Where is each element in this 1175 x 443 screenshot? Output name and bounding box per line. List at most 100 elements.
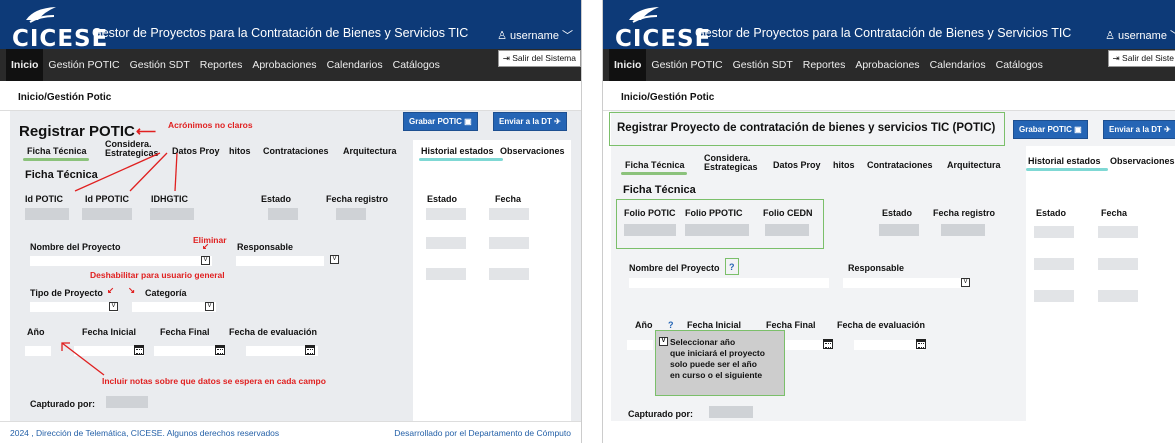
tipo-input[interactable] bbox=[30, 302, 118, 312]
tooltip-line-2: que iniciará el proyecto bbox=[670, 348, 765, 358]
nombre-dropdown[interactable]: V bbox=[201, 256, 210, 265]
label-categoria: Categoría bbox=[145, 288, 187, 298]
nombre-input[interactable] bbox=[629, 278, 829, 288]
main-nav: Inicio Gestión POTIC Gestión SDT Reporte… bbox=[603, 49, 1175, 81]
anio-input[interactable] bbox=[25, 346, 51, 356]
chevron-down-icon: ﹀ bbox=[1170, 30, 1175, 42]
tab-datos-proy[interactable]: Datos Proy bbox=[773, 160, 821, 170]
breadcrumb-bar: Inicio/Gestión Potic bbox=[0, 81, 581, 111]
tab-arquitectura[interactable]: Arquitectura bbox=[947, 160, 1001, 170]
help-icon[interactable]: ? bbox=[729, 262, 735, 272]
annotation-arrow: ↘ bbox=[128, 285, 136, 295]
history-cell bbox=[489, 208, 529, 220]
nav-reportes[interactable]: Reportes bbox=[798, 49, 851, 81]
folio-cedn-value bbox=[765, 224, 809, 236]
logout-label: Salir del Sistema bbox=[512, 53, 576, 63]
tab-hitos[interactable]: hitos bbox=[229, 146, 251, 156]
anio-input[interactable] bbox=[627, 340, 653, 350]
tooltip-line-3: solo puede ser el año bbox=[670, 359, 757, 369]
app-header: CICESE Gestor de Proyectos para la Contr… bbox=[603, 0, 1175, 52]
id-ppotic-value bbox=[82, 208, 132, 220]
nav-inicio[interactable]: Inicio bbox=[6, 49, 44, 81]
tab-historial[interactable]: Historial estados bbox=[1028, 156, 1101, 166]
tab-ficha-tecnica[interactable]: Ficha Técnica bbox=[625, 160, 685, 170]
label-folio-ppotic: Folio PPOTIC bbox=[685, 208, 743, 218]
right-mockup: CICESE Gestor de Proyectos para la Contr… bbox=[602, 0, 1175, 443]
annotation-acronimos: Acrónimos no claros bbox=[168, 120, 253, 130]
nav-calendarios[interactable]: Calendarios bbox=[925, 49, 991, 81]
nav-reportes[interactable]: Reportes bbox=[195, 49, 248, 81]
fecha-final-input[interactable] bbox=[154, 346, 224, 356]
calendar-icon[interactable] bbox=[215, 345, 225, 355]
label-folio-cedn: Folio CEDN bbox=[763, 208, 813, 218]
send-button[interactable]: Enviar a la DT ✈ bbox=[1103, 120, 1175, 139]
fecha-final-input[interactable] bbox=[779, 340, 827, 350]
label-capturado: Capturado por: bbox=[628, 409, 693, 419]
categoria-dropdown[interactable]: V bbox=[205, 302, 214, 311]
tab-contrataciones[interactable]: Contrataciones bbox=[867, 160, 933, 170]
cicese-logo: CICESE bbox=[613, 6, 710, 52]
tab-hitos[interactable]: hitos bbox=[833, 160, 855, 170]
help-icon[interactable]: ? bbox=[668, 320, 674, 330]
label-fecha-eval: Fecha de evaluación bbox=[229, 327, 318, 337]
tab-contrataciones[interactable]: Contrataciones bbox=[263, 146, 329, 156]
responsable-input[interactable] bbox=[843, 278, 961, 288]
fecha-registro-value bbox=[336, 208, 366, 220]
label-folio-potic: Folio POTIC bbox=[624, 208, 676, 218]
tab-observaciones[interactable]: Observaciones bbox=[1110, 156, 1175, 166]
responsable-input[interactable] bbox=[236, 256, 324, 266]
logout-label: Salir del Siste bbox=[1122, 53, 1174, 63]
tab-arquitectura[interactable]: Arquitectura bbox=[343, 146, 397, 156]
nav-calendarios[interactable]: Calendarios bbox=[322, 49, 388, 81]
nav-inicio[interactable]: Inicio bbox=[609, 49, 647, 81]
tipo-dropdown[interactable]: V bbox=[109, 302, 118, 311]
label-fecha-registro: Fecha registro bbox=[933, 208, 996, 218]
save-label: Grabar POTIC bbox=[409, 117, 462, 126]
save-button[interactable]: Grabar POTIC ▣ bbox=[1013, 120, 1088, 139]
history-cell bbox=[1034, 258, 1074, 270]
anio-tooltip: V Seleccionar año que iniciará el proyec… bbox=[655, 330, 785, 396]
nav-gestion-potic[interactable]: Gestión POTIC bbox=[646, 49, 727, 81]
app-header: CICESE Gestor de Proyectos para la Contr… bbox=[0, 0, 581, 52]
idhgtic-value bbox=[150, 208, 194, 220]
responsable-dropdown[interactable]: V bbox=[961, 278, 970, 287]
logout-button[interactable]: ⇥ Salir del Sistema bbox=[497, 50, 581, 67]
left-mockup: CICESE Gestor de Proyectos para la Contr… bbox=[0, 0, 582, 443]
send-button[interactable]: Enviar a la DT ✈ bbox=[493, 112, 567, 131]
nombre-input[interactable] bbox=[30, 256, 212, 266]
nav-aprobaciones[interactable]: Aprobaciones bbox=[247, 49, 321, 81]
anio-dropdown[interactable]: V bbox=[659, 337, 668, 346]
app-title: Gestor de Proyectos para la Contratación… bbox=[695, 26, 1072, 40]
calendar-icon[interactable] bbox=[305, 345, 315, 355]
calendar-icon[interactable] bbox=[823, 339, 833, 349]
nav-aprobaciones[interactable]: Aprobaciones bbox=[850, 49, 924, 81]
breadcrumb-bar: Inicio/Gestión Potic bbox=[603, 81, 1175, 111]
user-menu[interactable]: ♙ username ﹀ bbox=[497, 27, 573, 43]
fecha-registro-value bbox=[941, 224, 985, 236]
categoria-input[interactable] bbox=[132, 302, 216, 312]
fecha-eval-input[interactable] bbox=[854, 340, 924, 350]
nav-gestion-sdt[interactable]: Gestión SDT bbox=[125, 49, 195, 81]
nav-catalogos[interactable]: Catálogos bbox=[991, 49, 1048, 81]
breadcrumb: Inicio/Gestión Potic bbox=[621, 92, 715, 103]
save-button[interactable]: Grabar POTIC ▣ bbox=[403, 112, 478, 131]
nav-gestion-sdt[interactable]: Gestión SDT bbox=[728, 49, 798, 81]
nav-catalogos[interactable]: Catálogos bbox=[388, 49, 445, 81]
label-fecha-inicial: Fecha Inicial bbox=[687, 320, 742, 330]
active-tab-underline bbox=[1026, 168, 1108, 171]
calendar-icon[interactable] bbox=[916, 339, 926, 349]
responsable-dropdown[interactable]: V bbox=[330, 255, 339, 264]
tab-observaciones[interactable]: Observaciones bbox=[500, 146, 565, 156]
label-fecha-registro: Fecha registro bbox=[326, 194, 389, 204]
nav-gestion-potic[interactable]: Gestión POTIC bbox=[43, 49, 124, 81]
save-icon: ▣ bbox=[1074, 125, 1082, 134]
tab-historial[interactable]: Historial estados bbox=[421, 146, 494, 156]
history-cell bbox=[1098, 290, 1138, 302]
calendar-icon[interactable] bbox=[134, 345, 144, 355]
main-nav: Inicio Gestión POTIC Gestión SDT Reporte… bbox=[0, 49, 581, 81]
tab-consideraciones[interactable]: Considera. Estrategicas bbox=[704, 154, 758, 172]
user-menu[interactable]: ♙ username ﹀ bbox=[1105, 27, 1175, 43]
label-responsable: Responsable bbox=[237, 242, 294, 252]
history-cell bbox=[426, 237, 466, 249]
logout-button[interactable]: ⇥ Salir del Siste bbox=[1107, 50, 1175, 67]
